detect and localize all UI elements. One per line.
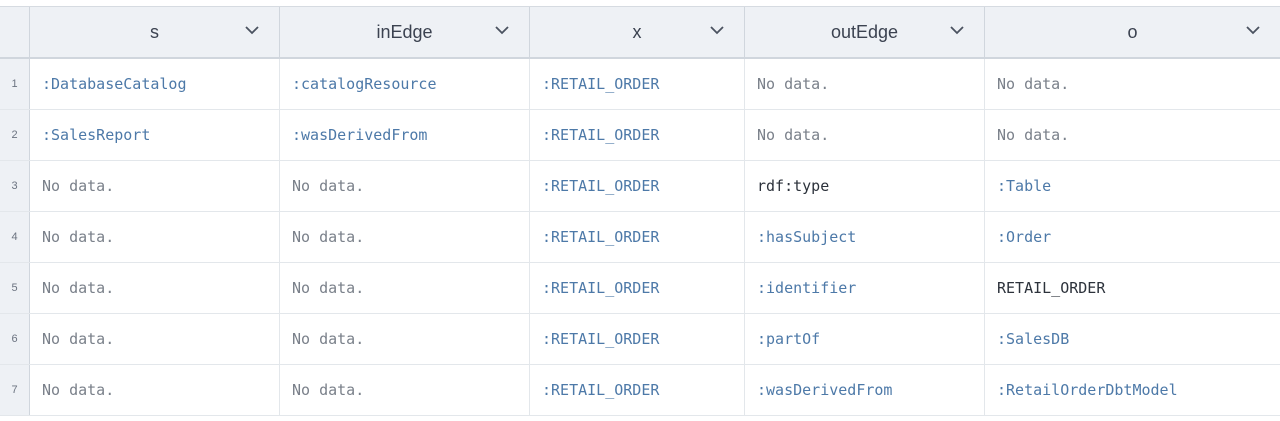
cell-x[interactable]: :RETAIL_ORDER <box>530 212 745 262</box>
column-header-s[interactable]: s <box>30 7 280 57</box>
table-row: 4 No data. No data. :RETAIL_ORDER :hasSu… <box>0 212 1280 263</box>
cell-outEdge[interactable]: :wasDerivedFrom <box>745 365 985 415</box>
cell-inEdge[interactable]: No data. <box>280 263 530 313</box>
cell-inEdge[interactable]: No data. <box>280 365 530 415</box>
column-header-label: x <box>632 21 642 42</box>
column-header-label: s <box>150 21 159 42</box>
row-number: 4 <box>0 212 30 262</box>
chevron-down-icon[interactable] <box>948 21 966 39</box>
cell-s[interactable]: No data. <box>30 212 280 262</box>
column-header-label: inEdge <box>376 21 433 42</box>
cell-x[interactable]: :RETAIL_ORDER <box>530 161 745 211</box>
table-row: 7 No data. No data. :RETAIL_ORDER :wasDe… <box>0 365 1280 416</box>
row-number: 5 <box>0 263 30 313</box>
cell-o[interactable]: No data. <box>985 110 1280 160</box>
column-header-o[interactable]: o <box>985 7 1280 57</box>
row-number: 2 <box>0 110 30 160</box>
cell-inEdge[interactable]: :wasDerivedFrom <box>280 110 530 160</box>
chevron-down-icon[interactable] <box>493 21 511 39</box>
chevron-down-icon[interactable] <box>708 21 726 39</box>
chevron-down-icon[interactable] <box>1244 21 1262 39</box>
cell-o[interactable]: :RetailOrderDbtModel <box>985 365 1280 415</box>
cell-s[interactable]: :DatabaseCatalog <box>30 59 280 109</box>
cell-x[interactable]: :RETAIL_ORDER <box>530 365 745 415</box>
cell-o[interactable]: :SalesDB <box>985 314 1280 364</box>
cell-outEdge[interactable]: :partOf <box>745 314 985 364</box>
cell-o[interactable]: No data. <box>985 59 1280 109</box>
row-number: 6 <box>0 314 30 364</box>
table-body: 1 :DatabaseCatalog :catalogResource :RET… <box>0 59 1280 416</box>
row-number-header <box>0 7 30 57</box>
cell-s[interactable]: No data. <box>30 314 280 364</box>
table-row: 3 No data. No data. :RETAIL_ORDER rdf:ty… <box>0 161 1280 212</box>
cell-o[interactable]: :Order <box>985 212 1280 262</box>
cell-outEdge[interactable]: :identifier <box>745 263 985 313</box>
cell-s[interactable]: No data. <box>30 365 280 415</box>
results-table: s inEdge x outEdge o 1 :DatabaseCatalog … <box>0 6 1280 416</box>
chevron-down-icon[interactable] <box>243 21 261 39</box>
column-header-inEdge[interactable]: inEdge <box>280 7 530 57</box>
row-number: 7 <box>0 365 30 415</box>
cell-s[interactable]: No data. <box>30 161 280 211</box>
cell-outEdge[interactable]: No data. <box>745 59 985 109</box>
cell-outEdge[interactable]: rdf:type <box>745 161 985 211</box>
table-row: 1 :DatabaseCatalog :catalogResource :RET… <box>0 59 1280 110</box>
table-row: 6 No data. No data. :RETAIL_ORDER :partO… <box>0 314 1280 365</box>
cell-outEdge[interactable]: No data. <box>745 110 985 160</box>
cell-s[interactable]: No data. <box>30 263 280 313</box>
cell-x[interactable]: :RETAIL_ORDER <box>530 110 745 160</box>
cell-s[interactable]: :SalesReport <box>30 110 280 160</box>
cell-outEdge[interactable]: :hasSubject <box>745 212 985 262</box>
cell-x[interactable]: :RETAIL_ORDER <box>530 59 745 109</box>
cell-o[interactable]: :Table <box>985 161 1280 211</box>
column-header-label: o <box>1127 21 1138 42</box>
table-header: s inEdge x outEdge o <box>0 7 1280 59</box>
row-number: 1 <box>0 59 30 109</box>
table-row: 2 :SalesReport :wasDerivedFrom :RETAIL_O… <box>0 110 1280 161</box>
cell-x[interactable]: :RETAIL_ORDER <box>530 263 745 313</box>
cell-inEdge[interactable]: No data. <box>280 161 530 211</box>
cell-inEdge[interactable]: No data. <box>280 212 530 262</box>
row-number: 3 <box>0 161 30 211</box>
table-row: 5 No data. No data. :RETAIL_ORDER :ident… <box>0 263 1280 314</box>
cell-o[interactable]: RETAIL_ORDER <box>985 263 1280 313</box>
cell-inEdge[interactable]: :catalogResource <box>280 59 530 109</box>
column-header-outEdge[interactable]: outEdge <box>745 7 985 57</box>
cell-x[interactable]: :RETAIL_ORDER <box>530 314 745 364</box>
cell-inEdge[interactable]: No data. <box>280 314 530 364</box>
column-header-x[interactable]: x <box>530 7 745 57</box>
column-header-label: outEdge <box>830 21 899 42</box>
